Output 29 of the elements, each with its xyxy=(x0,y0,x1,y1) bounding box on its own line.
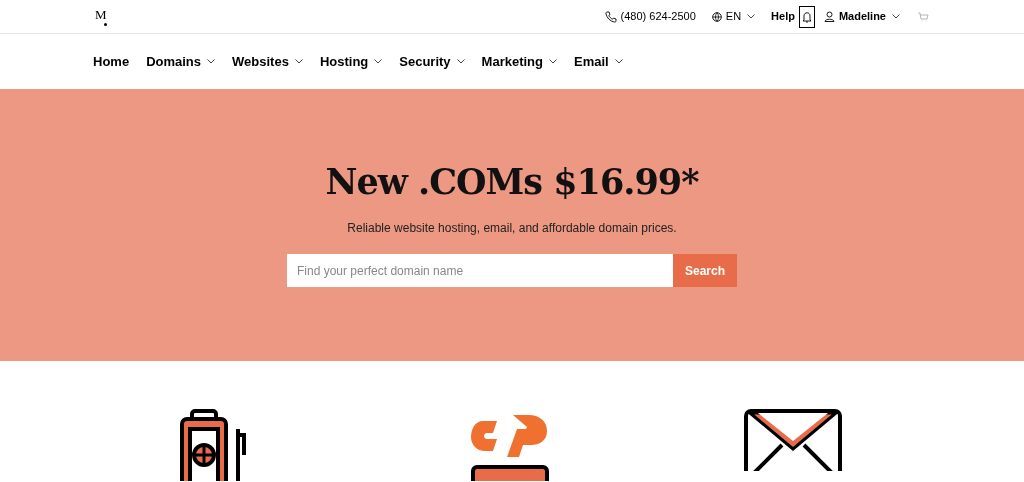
chevron-icon xyxy=(207,59,216,64)
chevron-icon xyxy=(456,59,465,64)
chevron-icon xyxy=(294,59,303,64)
nav-item[interactable]: Home xyxy=(93,51,130,72)
nav-item[interactable]: Websites xyxy=(232,51,303,72)
logo-letter: M xyxy=(95,5,107,24)
bell-icon[interactable] xyxy=(798,5,815,28)
phone-number[interactable]: (480) 624-2500 xyxy=(620,8,696,25)
nav-item[interactable]: Email xyxy=(574,51,623,72)
chevron-icon xyxy=(747,14,756,19)
logo[interactable]: M xyxy=(95,2,119,31)
globe-icon xyxy=(711,11,722,22)
phone-icon xyxy=(604,10,617,23)
envelope-icon xyxy=(744,409,844,471)
chevron-icon xyxy=(549,59,557,64)
user-icon xyxy=(823,11,835,22)
chevron-icon xyxy=(374,59,383,64)
nav-item[interactable]: Domains xyxy=(146,51,216,72)
hero-subtitle: Reliable website hosting, email, and affordable domain prices. xyxy=(347,220,677,237)
domain-search-field[interactable]: Find your perfect domain name xyxy=(287,254,673,287)
language-button[interactable]: EN xyxy=(711,8,756,25)
account-button[interactable]: Madeline xyxy=(838,8,900,25)
hero-title: New .COMs $16.99* xyxy=(325,160,699,204)
nav-item[interactable]: Marketing xyxy=(481,51,557,72)
help-link[interactable]: Help xyxy=(771,8,795,25)
chevron-icon xyxy=(892,14,900,19)
chevron-icon xyxy=(614,59,623,64)
nav-item[interactable]: Hosting xyxy=(319,51,383,72)
nav-item[interactable]: Security xyxy=(399,51,465,72)
